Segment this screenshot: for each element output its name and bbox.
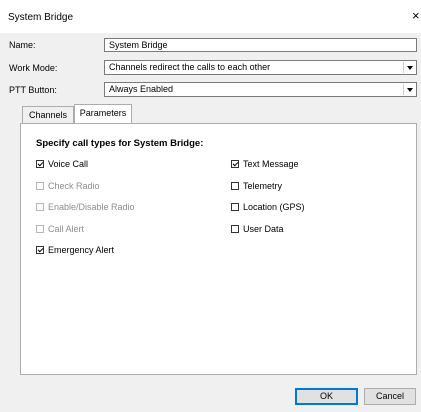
checkbox-icon[interactable] xyxy=(231,225,239,233)
checkbox-location-gps[interactable]: Location (GPS) xyxy=(231,201,305,213)
checkbox-label: Location (GPS) xyxy=(243,202,305,212)
ptt-label: PTT Button: xyxy=(9,85,57,95)
work-mode-label: Work Mode: xyxy=(9,63,58,73)
work-mode-value: Channels redirect the calls to each othe… xyxy=(109,62,271,72)
chevron-down-icon[interactable] xyxy=(403,84,415,95)
checkbox-label: Emergency Alert xyxy=(48,245,115,255)
checkbox-label: Voice Call xyxy=(48,159,89,169)
checkbox-check-radio: Check Radio xyxy=(36,180,100,192)
checkbox-icon xyxy=(36,203,44,211)
tab-channels[interactable]: Channels xyxy=(22,106,74,123)
checkbox-icon[interactable] xyxy=(231,203,239,211)
checkbox-label: Enable/Disable Radio xyxy=(48,202,135,212)
checkbox-checked-icon[interactable] xyxy=(36,160,44,168)
close-icon[interactable]: × xyxy=(412,9,420,22)
ptt-select[interactable]: Always Enabled xyxy=(104,82,417,97)
section-heading: Specify call types for System Bridge: xyxy=(36,138,204,149)
work-mode-select[interactable]: Channels redirect the calls to each othe… xyxy=(104,60,417,75)
parameters-panel: Specify call types for System Bridge: Vo… xyxy=(20,123,417,375)
cancel-button[interactable]: Cancel xyxy=(364,388,416,405)
checkbox-label: User Data xyxy=(243,224,284,234)
checkbox-voice-call[interactable]: Voice Call xyxy=(36,158,88,170)
checkbox-icon xyxy=(36,182,44,190)
checkbox-label: Call Alert xyxy=(48,224,85,234)
checkbox-label: Check Radio xyxy=(48,181,100,191)
name-field[interactable]: System Bridge xyxy=(104,38,417,52)
checkbox-emergency-alert[interactable]: Emergency Alert xyxy=(36,244,114,256)
dialog-body: Name: System Bridge Work Mode: Channels … xyxy=(0,33,421,412)
checkbox-call-alert: Call Alert xyxy=(36,223,84,235)
chevron-down-icon[interactable] xyxy=(403,62,415,73)
checkbox-icon[interactable] xyxy=(231,182,239,190)
ptt-value: Always Enabled xyxy=(109,84,174,94)
name-label: Name: xyxy=(9,40,36,50)
ok-button[interactable]: OK xyxy=(295,388,358,405)
checkbox-icon xyxy=(36,225,44,233)
checkbox-checked-icon[interactable] xyxy=(36,246,44,254)
checkbox-text-message[interactable]: Text Message xyxy=(231,158,299,170)
checkbox-enable-disable-radio: Enable/Disable Radio xyxy=(36,201,135,213)
checkbox-checked-icon[interactable] xyxy=(231,160,239,168)
title-bar: System Bridge × xyxy=(0,0,421,33)
checkbox-telemetry[interactable]: Telemetry xyxy=(231,180,282,192)
checkbox-label: Text Message xyxy=(243,159,299,169)
tab-parameters[interactable]: Parameters xyxy=(74,104,132,123)
checkbox-label: Telemetry xyxy=(243,181,283,191)
window-title: System Bridge xyxy=(8,12,74,23)
checkbox-user-data[interactable]: User Data xyxy=(231,223,284,235)
